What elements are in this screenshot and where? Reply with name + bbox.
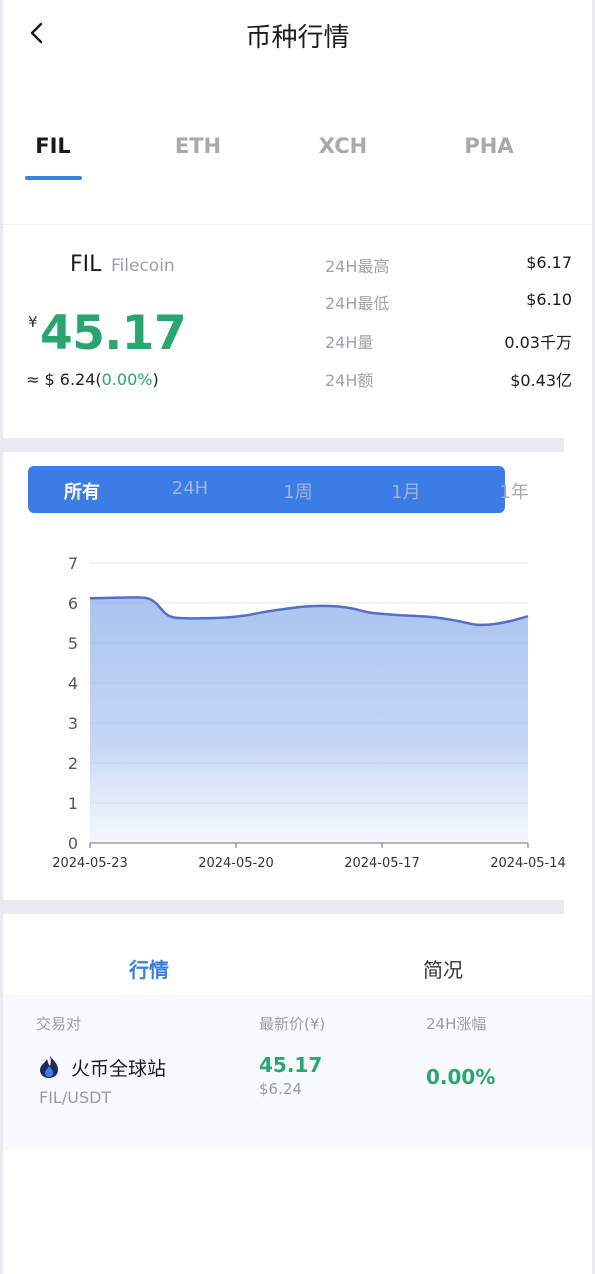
usd-price-line: ≈ $ 6.24(0.00%)	[26, 370, 159, 389]
y-tick-label: 5	[68, 634, 78, 653]
column-header-pair: 交易对	[36, 1015, 82, 1033]
exchange-name: 火币全球站	[71, 1058, 167, 1080]
y-tick-label: 1	[68, 794, 78, 813]
stat-row-volume: 24H量 0.03千万	[325, 329, 572, 353]
latest-price-usd: $6.24	[259, 1080, 302, 1098]
column-header-change: 24H涨幅	[426, 1015, 487, 1033]
usd-change: 0.00%	[101, 370, 153, 389]
tab-overview[interactable]: 简况	[423, 954, 463, 983]
stat-label: 24H最高	[325, 257, 390, 276]
latest-price: 45.17	[259, 1053, 323, 1077]
y-tick-label: 2	[68, 754, 78, 773]
tab-fil[interactable]: FIL	[8, 134, 98, 158]
y-tick-label: 3	[68, 714, 78, 733]
stat-row-high: 24H最高 $6.17	[325, 253, 572, 277]
y-tick-label: 7	[68, 554, 78, 573]
trading-pair: FIL/USDT	[39, 1088, 112, 1107]
stat-row-amount: 24H额 $0.43亿	[325, 367, 572, 391]
stat-value: $6.10	[526, 290, 572, 309]
column-header-price: 最新价(¥)	[259, 1015, 326, 1033]
divider	[3, 224, 592, 225]
x-tick-label: 2024-05-17	[344, 856, 420, 871]
coin-symbol: FIL	[70, 252, 102, 277]
tab-xch[interactable]: XCH	[298, 134, 388, 158]
detail-tabs: 行情 简况	[3, 936, 592, 996]
section-separator	[3, 438, 564, 452]
x-tick-label: 2024-05-20	[198, 856, 274, 871]
coin-tabs: FIL ETH XCH PHA	[0, 120, 595, 182]
price-area	[90, 597, 528, 843]
x-tick-label: 2024-05-23	[52, 856, 128, 871]
page-title: 币种行情	[245, 23, 350, 53]
range-tab-1m[interactable]: 1月	[376, 478, 436, 504]
price-cny: 45.17	[40, 306, 187, 361]
stat-value: $0.43亿	[510, 371, 572, 390]
usd-price: ≈ $ 6.24(	[26, 370, 102, 389]
stat-label: 24H额	[325, 371, 374, 390]
change-24h: 0.00%	[426, 1065, 496, 1089]
y-tick-label: 0	[68, 834, 78, 853]
price-chart: 0 1 2 3 4 5 6 7 2024-05-23 2024-05-20 2024-05-17 20…	[52, 554, 566, 871]
usd-suffix: )	[152, 370, 159, 389]
tab-eth[interactable]: ETH	[153, 134, 243, 158]
tab-pha[interactable]: PHA	[444, 134, 534, 158]
section-separator	[3, 900, 564, 914]
range-tab-24h[interactable]: 24H	[160, 478, 220, 499]
range-tab-1y[interactable]: 1年	[484, 478, 544, 504]
y-tick-label: 6	[68, 594, 78, 613]
stat-label: 24H量	[325, 333, 374, 352]
active-tab-indicator	[25, 176, 82, 180]
y-tick-label: 4	[68, 674, 78, 693]
stat-label: 24H最低	[325, 294, 390, 313]
exchange-logo-icon	[40, 1056, 58, 1078]
range-tab-1w[interactable]: 1周	[268, 478, 328, 504]
header: 币种行情	[0, 0, 595, 70]
coin-name: Filecoin	[111, 256, 175, 276]
stat-value: $6.17	[526, 253, 572, 272]
range-tab-all[interactable]: 所有	[52, 478, 112, 504]
currency-mark: ¥	[28, 313, 38, 331]
stat-row-low: 24H最低 $6.10	[325, 290, 572, 314]
tab-market[interactable]: 行情	[129, 954, 169, 983]
x-tick-label: 2024-05-14	[490, 856, 566, 871]
stat-value: 0.03千万	[504, 333, 572, 352]
